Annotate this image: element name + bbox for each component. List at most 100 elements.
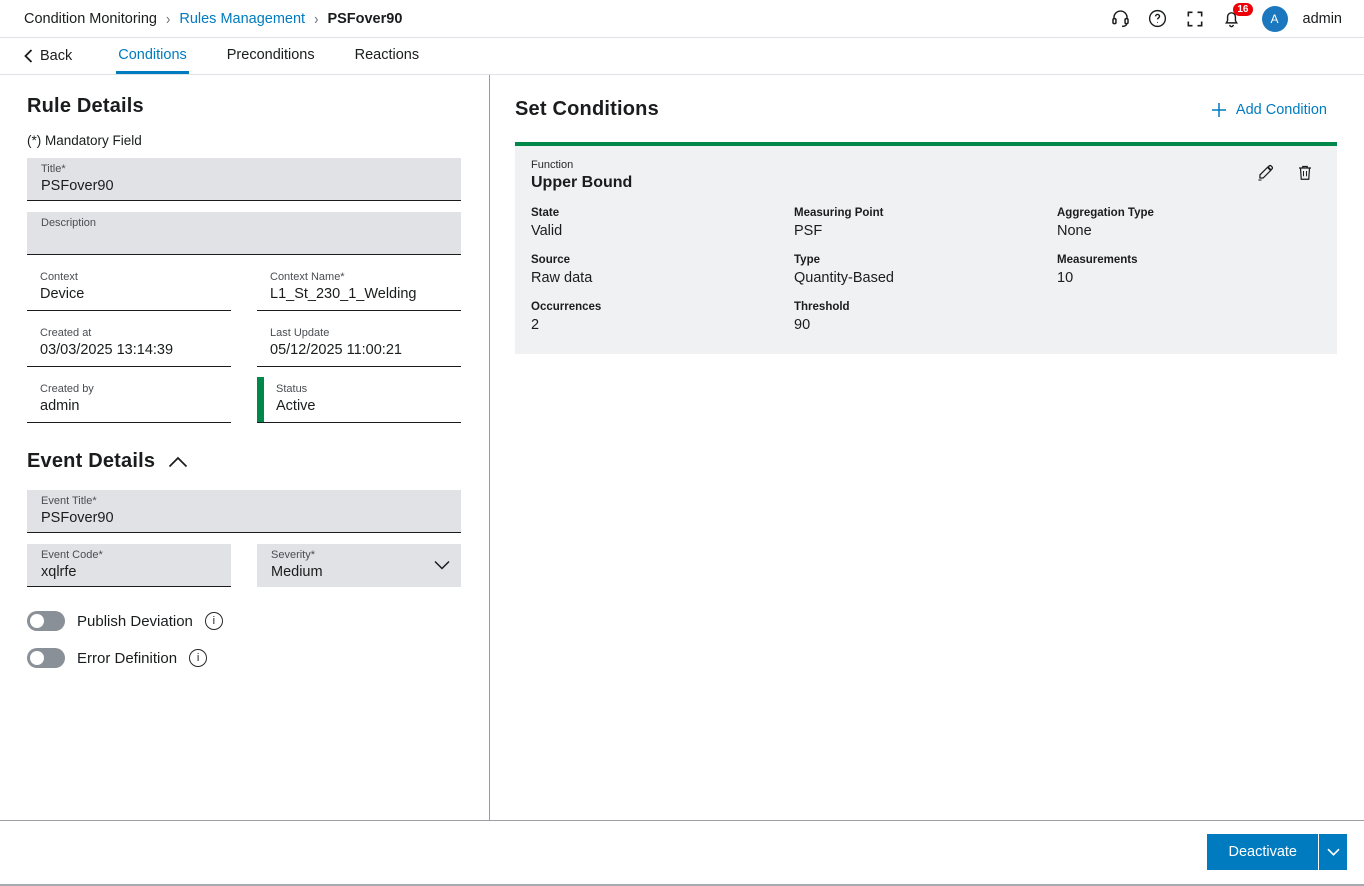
created-at-label: Created at: [40, 326, 231, 340]
header-actions: 16 A admin: [1109, 6, 1343, 32]
error-definition-row: Error Definition i: [27, 648, 461, 668]
field-value: Raw data: [531, 270, 794, 286]
context-name-label: Context Name*: [270, 270, 461, 284]
condition-field-aggregation-type: Aggregation Type None: [1057, 207, 1320, 239]
publish-deviation-toggle[interactable]: [27, 611, 65, 631]
field-label: State: [531, 207, 794, 219]
context-label: Context: [40, 270, 231, 284]
error-definition-label: Error Definition: [77, 650, 177, 667]
info-icon[interactable]: i: [205, 612, 223, 630]
field-label: Type: [794, 254, 1057, 266]
add-condition-button[interactable]: Add Condition: [1211, 102, 1337, 118]
deactivate-button[interactable]: Deactivate: [1207, 834, 1318, 870]
back-label: Back: [40, 48, 72, 64]
rule-details-panel: Rule Details (*) Mandatory Field Title* …: [0, 75, 490, 820]
status-active-indicator: [257, 377, 264, 422]
field-value: Quantity-Based: [794, 270, 1057, 286]
field-label: Measuring Point: [794, 207, 1057, 219]
status-label: Status: [276, 382, 461, 396]
mandatory-note: (*) Mandatory Field: [27, 133, 461, 148]
severity-select[interactable]: Severity* Medium: [257, 544, 461, 587]
title-label: Title*: [41, 162, 447, 176]
event-title-label: Event Title*: [41, 494, 447, 508]
severity-value: Medium: [271, 563, 447, 581]
breadcrumb: Condition Monitoring › Rules Management …: [24, 11, 402, 27]
condition-field-source: Source Raw data: [531, 254, 794, 286]
condition-card: Function Upper Bound: [515, 142, 1337, 354]
description-field[interactable]: Description: [27, 212, 461, 255]
tab-reactions[interactable]: Reactions: [353, 38, 421, 74]
created-by-field: Created by admin: [27, 377, 231, 423]
tab-preconditions[interactable]: Preconditions: [225, 38, 317, 74]
event-code-value: xqlrfe: [41, 563, 217, 581]
publish-deviation-row: Publish Deviation i: [27, 611, 461, 631]
condition-field-threshold: Threshold 90: [794, 301, 1057, 333]
last-update-field: Last Update 05/12/2025 11:00:21: [257, 321, 461, 367]
headset-icon[interactable]: [1109, 7, 1133, 31]
add-condition-label: Add Condition: [1236, 102, 1327, 118]
created-by-label: Created by: [40, 382, 231, 396]
app-header: Condition Monitoring › Rules Management …: [0, 0, 1364, 38]
main-content: Rule Details (*) Mandatory Field Title* …: [0, 75, 1364, 820]
avatar[interactable]: A: [1262, 6, 1288, 32]
page: Condition Monitoring › Rules Management …: [0, 0, 1364, 886]
context-name-field: Context Name* L1_St_230_1_Welding: [257, 265, 461, 311]
delete-icon[interactable]: [1295, 162, 1315, 182]
fullscreen-icon[interactable]: [1183, 7, 1207, 31]
description-label: Description: [41, 216, 447, 230]
severity-label: Severity*: [271, 548, 447, 562]
field-value: None: [1057, 223, 1320, 239]
error-definition-toggle[interactable]: [27, 648, 65, 668]
chevron-down-icon: [434, 557, 450, 575]
event-details-heading: Event Details: [27, 450, 155, 473]
notification-badge: 16: [1233, 3, 1252, 16]
username[interactable]: admin: [1303, 11, 1343, 27]
field-value: 10: [1057, 270, 1320, 286]
context-name-value: L1_St_230_1_Welding: [270, 285, 461, 303]
condition-field-type: Type Quantity-Based: [794, 254, 1057, 286]
chevron-right-icon: ›: [314, 10, 318, 28]
context-value: Device: [40, 285, 231, 303]
set-conditions-heading: Set Conditions: [515, 98, 659, 121]
field-value: Valid: [531, 223, 794, 239]
deactivate-dropdown-button[interactable]: [1319, 834, 1347, 870]
bell-icon[interactable]: 16: [1220, 7, 1244, 31]
rule-details-heading: Rule Details: [27, 95, 461, 118]
help-icon[interactable]: [1146, 7, 1170, 31]
function-value: Upper Bound: [531, 174, 1320, 192]
breadcrumb-rules-management[interactable]: Rules Management: [179, 11, 305, 27]
condition-field-grid: State Valid Measuring Point PSF Aggregat…: [531, 207, 1320, 333]
deactivate-split-button: Deactivate: [1207, 834, 1347, 870]
edit-icon[interactable]: [1255, 162, 1275, 182]
footer-bar: Deactivate: [0, 820, 1364, 886]
function-label: Function: [531, 159, 1320, 171]
context-field: Context Device: [27, 265, 231, 311]
field-label: Aggregation Type: [1057, 207, 1320, 219]
field-label: Occurrences: [531, 301, 794, 313]
last-update-label: Last Update: [270, 326, 461, 340]
condition-field-occurrences: Occurrences 2: [531, 301, 794, 333]
field-value: 2: [531, 317, 794, 333]
info-icon[interactable]: i: [189, 649, 207, 667]
chevron-down-icon: [1327, 848, 1340, 856]
field-label: Threshold: [794, 301, 1057, 313]
description-value: [41, 231, 447, 249]
condition-field-measuring-point: Measuring Point PSF: [794, 207, 1057, 239]
collapse-chevron-up-icon[interactable]: [168, 456, 188, 468]
event-title-field[interactable]: Event Title* PSFover90: [27, 490, 461, 533]
status-value: Active: [276, 397, 461, 415]
tab-conditions[interactable]: Conditions: [116, 38, 189, 74]
field-value: 90: [794, 317, 1057, 333]
chevron-right-icon: ›: [166, 10, 170, 28]
event-code-field[interactable]: Event Code* xqlrfe: [27, 544, 231, 587]
back-button[interactable]: Back: [24, 38, 72, 74]
last-update-value: 05/12/2025 11:00:21: [270, 341, 461, 359]
tab-bar: Back Conditions Preconditions Reactions: [0, 38, 1364, 75]
title-value: PSFover90: [41, 177, 447, 195]
breadcrumb-root[interactable]: Condition Monitoring: [24, 11, 157, 27]
plus-icon: [1211, 102, 1227, 118]
publish-deviation-label: Publish Deviation: [77, 613, 193, 630]
status-field: Status Active: [257, 377, 461, 423]
event-title-value: PSFover90: [41, 509, 447, 527]
title-field[interactable]: Title* PSFover90: [27, 158, 461, 201]
